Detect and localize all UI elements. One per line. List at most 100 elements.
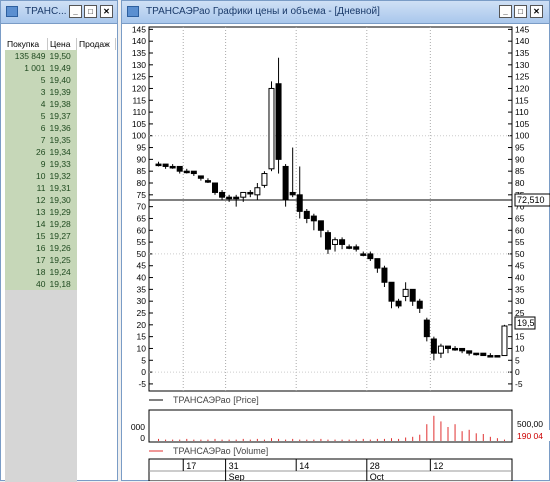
candle-body[interactable] <box>324 232 331 250</box>
orderbook-row[interactable]: 18 19,24 <box>5 266 116 278</box>
price: 19,35 <box>47 134 77 146</box>
candle-body[interactable] <box>310 215 317 222</box>
orderbook-row[interactable]: 3 19,39 <box>5 86 116 98</box>
candle-body[interactable] <box>501 325 508 357</box>
orderbook-row[interactable]: 13 19,29 <box>5 206 116 218</box>
candle-body[interactable] <box>409 288 416 302</box>
minimize-button[interactable]: _ <box>499 5 512 18</box>
candle-body[interactable] <box>240 191 247 198</box>
orderbook-row[interactable]: 1 001 19,49 <box>5 62 116 74</box>
minimize-button[interactable]: _ <box>69 5 82 18</box>
candle-body[interactable] <box>190 170 197 175</box>
candle-body[interactable] <box>353 246 360 250</box>
price-plot-area[interactable]: 1451401351301251201151101051009590858075… <box>132 24 550 392</box>
y-tick-label: 130 <box>515 60 529 70</box>
orderbook-row[interactable]: 14 19,28 <box>5 218 116 230</box>
orderbook-row[interactable]: 26 19,34 <box>5 146 116 158</box>
buy-volume: 3 <box>5 86 48 98</box>
maximize-button[interactable]: □ <box>84 5 97 18</box>
orderbook-row[interactable]: 11 19,31 <box>5 182 116 194</box>
orderbook-row[interactable]: 5 19,40 <box>5 74 116 86</box>
orderbook-row[interactable]: 12 19,30 <box>5 194 116 206</box>
chart-title: ТРАНСАЭРао Графики цены и объема - [Днев… <box>146 6 380 17</box>
candle-body[interactable] <box>332 239 339 245</box>
orderbook-row[interactable]: 9 19,33 <box>5 158 116 170</box>
orderbook-titlebar[interactable]: ТРАНС... _ □ ✕ <box>1 1 117 24</box>
y-tick-label: 135 <box>132 48 146 58</box>
candle-body[interactable] <box>176 165 183 172</box>
orderbook-row[interactable]: 15 19,27 <box>5 230 116 242</box>
column-header-buy[interactable]: Покупка <box>5 38 48 50</box>
candle-body[interactable] <box>247 191 254 195</box>
candle-body[interactable] <box>360 253 367 256</box>
y-tick-label: 105 <box>515 119 529 129</box>
candle-body[interactable] <box>254 187 261 196</box>
buy-volume: 26 <box>5 146 48 158</box>
candle-body[interactable] <box>381 267 388 283</box>
y-tick-label: 110 <box>515 107 529 117</box>
candle-body[interactable] <box>162 163 169 167</box>
price: 19,36 <box>47 122 77 134</box>
close-button[interactable]: ✕ <box>530 5 543 18</box>
candle-body[interactable] <box>197 175 204 179</box>
candle-body[interactable] <box>480 352 487 357</box>
candle-body[interactable] <box>395 300 402 307</box>
candle-body[interactable] <box>423 319 430 338</box>
column-header-price[interactable]: Цена <box>47 38 77 50</box>
candle-body[interactable] <box>459 347 466 352</box>
candle-body[interactable] <box>339 239 346 245</box>
candle-body[interactable] <box>212 182 219 193</box>
chart-titlebar[interactable]: ТРАНСАЭРао Графики цены и объема - [Днев… <box>122 1 549 24</box>
candle-body[interactable] <box>374 258 381 269</box>
orderbook-row[interactable]: 135 849 19,50 <box>5 50 116 62</box>
candle-body[interactable] <box>388 281 395 302</box>
candle-body[interactable] <box>289 191 296 196</box>
maximize-button[interactable]: □ <box>514 5 527 18</box>
candle-body[interactable] <box>444 345 451 349</box>
candle-body[interactable] <box>268 87 275 170</box>
y-tick-label: 50 <box>515 249 525 259</box>
candle-body[interactable] <box>473 352 480 356</box>
orderbook-row[interactable]: 16 19,26 <box>5 242 116 254</box>
candle-body[interactable] <box>183 170 190 174</box>
buy-volume: 7 <box>5 134 48 146</box>
orderbook-row[interactable]: 17 19,25 <box>5 254 116 266</box>
candle-body[interactable] <box>204 180 211 183</box>
candle-body[interactable] <box>155 163 162 167</box>
buy-volume: 135 849 <box>5 50 48 62</box>
candle-body[interactable] <box>303 210 310 219</box>
candle-body[interactable] <box>219 191 226 198</box>
candle-body[interactable] <box>430 338 437 354</box>
candle-body[interactable] <box>282 165 289 201</box>
candle-body[interactable] <box>402 288 409 297</box>
candle-body[interactable] <box>261 173 268 186</box>
orderbook-row[interactable]: 5 19,37 <box>5 110 116 122</box>
price-volume-chart[interactable]: 1451401351301251201151101051009590858075… <box>121 23 550 481</box>
close-button[interactable]: ✕ <box>100 5 113 18</box>
y-tick-label: 20 <box>137 320 147 330</box>
candle-body[interactable] <box>317 220 324 231</box>
orderbook-row[interactable]: 6 19,36 <box>5 122 116 134</box>
candle-body[interactable] <box>233 196 240 200</box>
candle-body[interactable] <box>437 345 444 354</box>
orderbook-row[interactable]: 10 19,32 <box>5 170 116 182</box>
candle-body[interactable] <box>226 196 233 200</box>
candle-body[interactable] <box>275 83 282 160</box>
candle-body[interactable] <box>346 246 353 249</box>
buy-volume: 14 <box>5 218 48 230</box>
y-tick-label: 95 <box>515 143 525 153</box>
candle-body[interactable] <box>296 194 303 212</box>
candle-body[interactable] <box>494 355 501 358</box>
volume-plot-area[interactable]: 000 0 500,00 190 04 <box>131 409 550 443</box>
candle-body[interactable] <box>416 300 423 309</box>
candle-body[interactable] <box>487 355 494 358</box>
price: 19,18 <box>47 278 77 290</box>
orderbook-row[interactable]: 4 19,38 <box>5 98 116 110</box>
candle-body[interactable] <box>169 165 176 169</box>
orderbook-row[interactable]: 40 19,18 <box>5 278 116 290</box>
candle-body[interactable] <box>452 347 459 351</box>
orderbook-row[interactable]: 7 19,35 <box>5 134 116 146</box>
candle-body[interactable] <box>367 253 374 260</box>
candle-body[interactable] <box>466 350 473 354</box>
column-header-sell[interactable]: Продаж <box>76 38 116 50</box>
